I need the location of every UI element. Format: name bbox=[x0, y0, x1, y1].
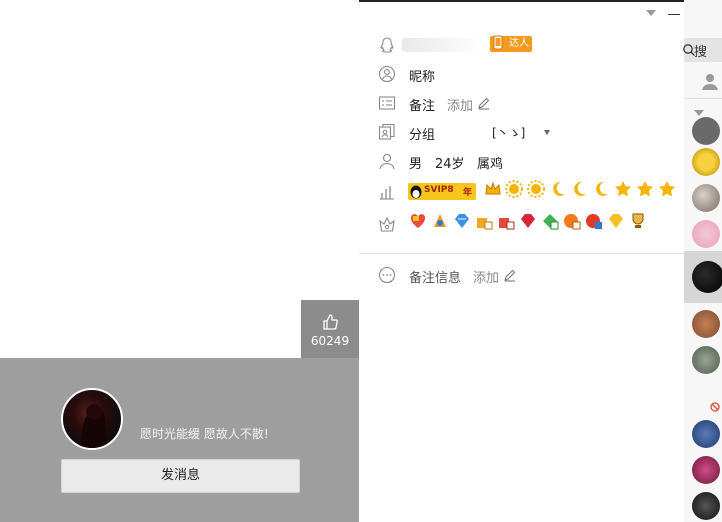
contact-avatar[interactable] bbox=[692, 117, 720, 145]
moon-icon bbox=[574, 181, 586, 196]
search-box[interactable]: 搜 bbox=[683, 38, 722, 62]
nickname-row: 昵称 bbox=[359, 62, 684, 86]
fire-badge-icon[interactable] bbox=[585, 212, 603, 230]
bar-chart-icon bbox=[380, 186, 394, 200]
remark-info-add-link[interactable]: 添加 bbox=[473, 267, 499, 286]
gold-diamond-icon[interactable] bbox=[607, 212, 625, 230]
svip-year: 年 bbox=[463, 188, 473, 198]
nickname-label: 昵称 bbox=[409, 70, 436, 85]
contact-avatar[interactable] bbox=[692, 346, 720, 374]
sun-icon bbox=[527, 180, 545, 198]
contact-avatar[interactable] bbox=[692, 220, 720, 248]
like-count: 60249 bbox=[310, 334, 350, 348]
red-gift-icon[interactable] bbox=[497, 212, 515, 230]
section-divider bbox=[359, 253, 684, 254]
contact-avatar[interactable] bbox=[692, 184, 720, 212]
user-icon bbox=[702, 74, 718, 90]
contact-avatar[interactable] bbox=[692, 310, 720, 338]
contact-avatar[interactable] bbox=[692, 492, 720, 520]
edit-icon[interactable] bbox=[477, 96, 491, 110]
heart-badge-icon[interactable] bbox=[409, 212, 427, 230]
green-badge-icon[interactable] bbox=[541, 212, 559, 230]
gender-text: 男 bbox=[409, 157, 423, 172]
zodiac-text: 属鸡 bbox=[477, 157, 504, 172]
penguin-icon bbox=[380, 37, 394, 53]
remark-info-row: 备注信息 添加 bbox=[359, 263, 684, 287]
talent-badge[interactable]: 达人 bbox=[490, 35, 532, 52]
svip-label: SVIP8 bbox=[424, 185, 454, 195]
talent-badge-label: 达人 bbox=[509, 38, 529, 49]
ruby-icon[interactable] bbox=[519, 212, 537, 230]
group-caret-icon[interactable] bbox=[544, 130, 550, 135]
star-icon bbox=[637, 181, 653, 197]
penguin-icon bbox=[410, 185, 422, 199]
person-icon bbox=[379, 153, 395, 170]
contact-list-window: 搜 bbox=[683, 0, 722, 522]
photo-wall: 60249 愿时光能缓 愿故人不散! 发消息 bbox=[0, 0, 359, 522]
vip-gift-icon[interactable] bbox=[475, 212, 493, 230]
group-label: 分组 bbox=[409, 128, 436, 143]
blocked-icon bbox=[710, 402, 720, 412]
user-circle-icon bbox=[378, 65, 396, 83]
privilege-row bbox=[359, 212, 684, 236]
profile-window: 60249 愿时光能缓 愿故人不散! 发消息 达人 昵称 备注 添加 分组 [丶… bbox=[0, 0, 685, 522]
crown-icon bbox=[485, 181, 501, 195]
sun-icon bbox=[505, 180, 523, 198]
like-button[interactable]: 60249 bbox=[301, 300, 359, 358]
thumbs-up-icon bbox=[323, 314, 338, 330]
level-row: SVIP8 年 bbox=[359, 180, 684, 204]
qq-number-blurred bbox=[402, 38, 482, 52]
remark-add-link[interactable]: 添加 bbox=[447, 95, 473, 114]
selected-contact[interactable] bbox=[684, 251, 722, 303]
remark-row: 备注 添加 bbox=[359, 91, 684, 115]
diamond-badge-icon[interactable] bbox=[453, 212, 471, 230]
moon-icon bbox=[596, 181, 608, 196]
group-row: 分组 [丶ゝ] bbox=[359, 120, 684, 144]
info-pane: 达人 昵称 备注 添加 分组 [丶ゝ] 男 24岁 属鸡 SVIP8 年 备注信… bbox=[359, 0, 684, 522]
chevron-down-icon[interactable] bbox=[694, 110, 704, 116]
profile-card: 愿时光能缓 愿故人不散! 发消息 bbox=[0, 358, 359, 522]
remark-label: 备注 bbox=[409, 99, 436, 114]
search-label: 搜 bbox=[694, 45, 708, 60]
svip-badge[interactable]: SVIP8 年 bbox=[408, 183, 476, 200]
orange-badge-icon[interactable] bbox=[563, 212, 581, 230]
contact-avatar[interactable] bbox=[692, 456, 720, 484]
avatar[interactable] bbox=[61, 388, 123, 450]
privilege-crown-icon bbox=[379, 216, 395, 232]
contact-avatar[interactable] bbox=[692, 148, 720, 176]
trophy-icon[interactable] bbox=[629, 212, 647, 230]
phone-icon bbox=[493, 35, 503, 50]
contact-avatar[interactable] bbox=[692, 420, 720, 448]
age-text: 24岁 bbox=[435, 157, 465, 172]
game-badge-icon[interactable] bbox=[431, 212, 449, 230]
edit-icon[interactable] bbox=[503, 268, 517, 282]
signature-text: 愿时光能缓 愿故人不散! bbox=[140, 427, 269, 441]
star-icon bbox=[659, 181, 675, 197]
remark-info-label: 备注信息 bbox=[409, 271, 462, 286]
group-value[interactable]: [丶ゝ] bbox=[492, 124, 525, 141]
basic-info-row: 男 24岁 属鸡 bbox=[359, 149, 684, 173]
card-icon bbox=[378, 96, 396, 110]
moon-icon bbox=[553, 181, 565, 196]
more-circle-icon bbox=[378, 266, 396, 284]
star-icon bbox=[615, 181, 631, 197]
group-icon bbox=[378, 123, 395, 140]
send-message-button[interactable]: 发消息 bbox=[61, 459, 300, 493]
